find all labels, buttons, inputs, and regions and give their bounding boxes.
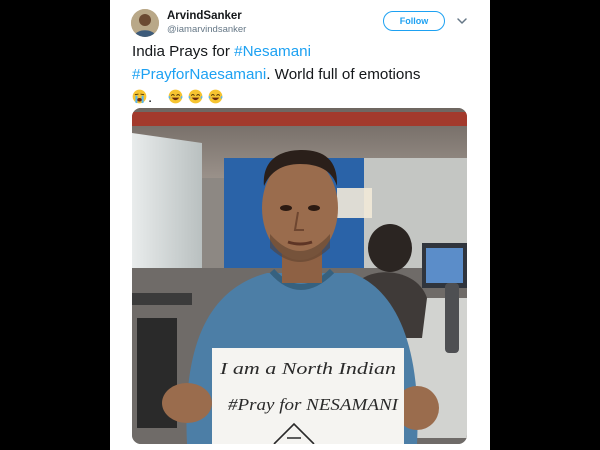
chevron-down-icon[interactable] <box>456 16 468 26</box>
tweet-text: India Prays for #Nesamani #PrayforNaesam… <box>132 40 477 109</box>
tweet-text-line: India Prays for #Nesamani <box>132 40 477 63</box>
tweet-text-plain: . World full of emotions <box>266 66 421 83</box>
sign-line-1: I am a North Indian <box>219 359 396 378</box>
bottle <box>445 283 459 353</box>
left-eye <box>280 205 292 211</box>
tweet-text-plain: India Prays for <box>132 43 235 60</box>
author-handle[interactable]: @iamarvindsanker <box>167 24 246 35</box>
left-hand <box>162 383 212 423</box>
background-person <box>368 224 412 272</box>
follow-button[interactable]: Follow <box>383 11 445 31</box>
tweet-emoji-line: . <box>132 86 477 109</box>
face-with-tears-of-joy-icon <box>208 89 223 104</box>
tweet-text-period: . <box>148 89 153 106</box>
window <box>132 133 202 288</box>
author-avatar[interactable] <box>131 9 159 37</box>
author-name[interactable]: ArvindSanker <box>167 10 242 22</box>
sign-line-2: #Pray for NESAMANI <box>228 395 399 414</box>
right-eye <box>308 205 320 211</box>
tweet-photo[interactable]: I am a North Indian #Pray for NESAMANI <box>132 108 467 444</box>
desk <box>132 293 192 305</box>
hashtag-link[interactable]: #PrayforNaesamani <box>132 66 266 83</box>
tweet-header: ArvindSanker @iamarvindsanker Follow <box>110 0 490 44</box>
monitor-screen <box>426 248 463 283</box>
tweet-text-line: #PrayforNaesamani. World full of emotion… <box>132 63 477 86</box>
ceiling-beam <box>132 112 467 126</box>
hashtag-link[interactable]: #Nesamani <box>234 43 311 60</box>
light <box>337 188 372 218</box>
face-with-tears-of-joy-icon <box>188 89 203 104</box>
loudly-crying-face-icon <box>132 89 147 104</box>
face-with-tears-of-joy-icon <box>168 89 183 104</box>
tweet-card: ArvindSanker @iamarvindsanker Follow Ind… <box>110 0 490 450</box>
